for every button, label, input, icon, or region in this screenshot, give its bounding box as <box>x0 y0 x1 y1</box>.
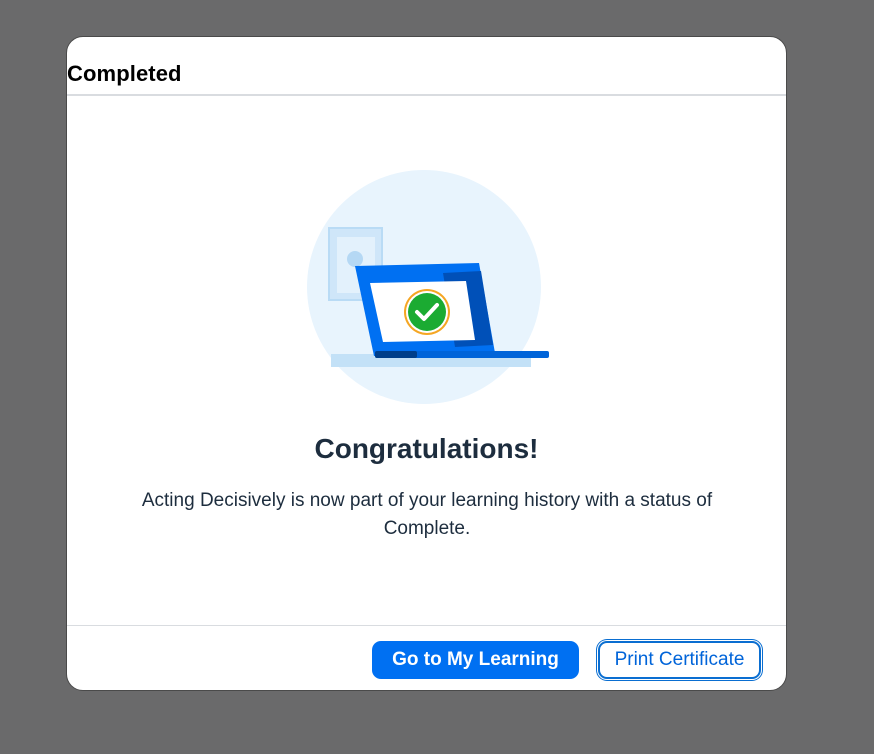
go-to-my-learning-button[interactable]: Go to My Learning <box>372 641 579 679</box>
laptop-success-illustration <box>303 167 553 407</box>
completion-message: Acting Decisively is now part of your le… <box>141 490 713 539</box>
dialog-footer: Go to My Learning Print Certificate <box>67 625 786 690</box>
congratulations-heading: Congratulations! <box>314 433 539 464</box>
dialog-header: Completed <box>67 37 786 96</box>
print-certificate-button[interactable]: Print Certificate <box>598 641 761 679</box>
completion-dialog: Completed Congratulations! Acting Decisi… <box>66 36 787 691</box>
dialog-title: Completed <box>67 61 182 86</box>
